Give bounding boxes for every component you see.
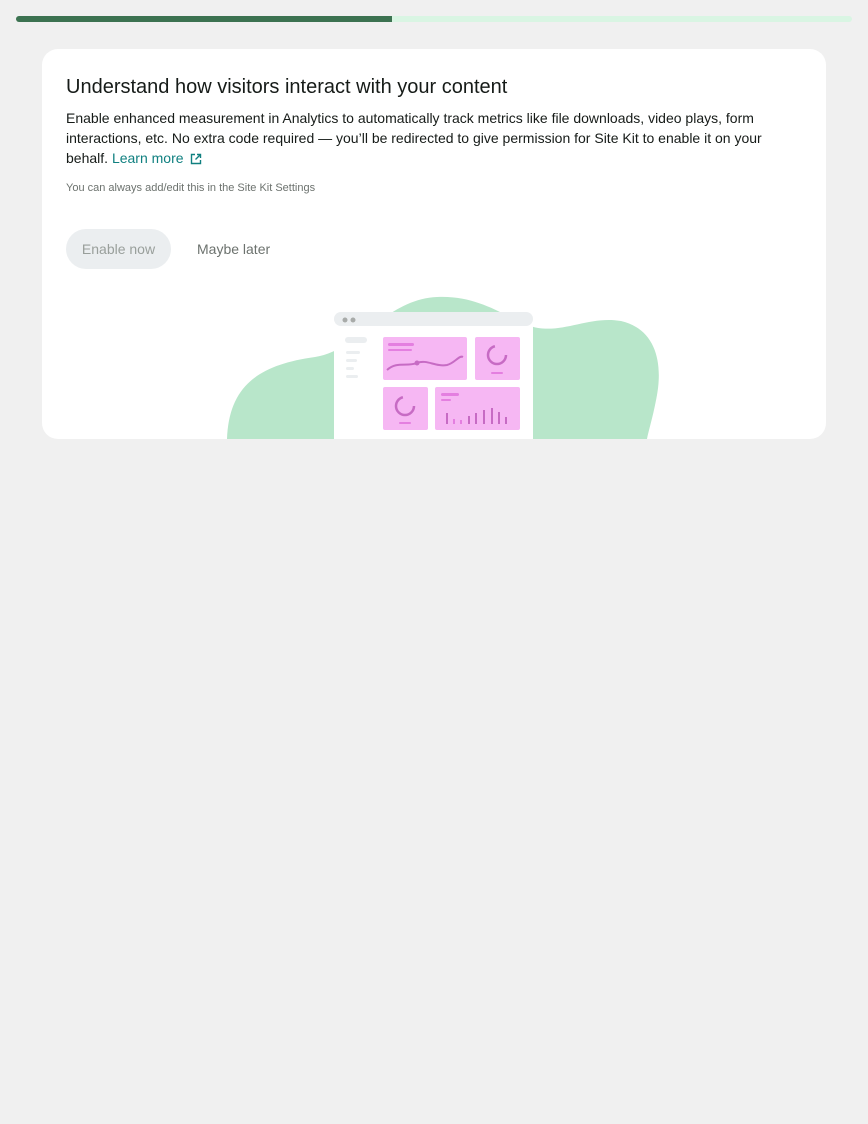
bar [453, 419, 455, 424]
card-label [388, 349, 412, 351]
enable-now-button[interactable]: Enable now [66, 229, 171, 269]
bar [491, 408, 493, 424]
helper-text: You can always add/edit this in the Site… [66, 182, 316, 194]
sidebar-line [346, 351, 360, 354]
card-label [491, 372, 503, 374]
bar [468, 416, 470, 424]
line-chart-point [414, 360, 420, 366]
bar [505, 417, 507, 424]
sidebar-line [345, 337, 367, 343]
progress-fill [16, 16, 393, 22]
analytics-dashboard-illustration [227, 296, 659, 439]
maybe-later-button[interactable]: Maybe later [185, 229, 282, 269]
browser-dot [342, 317, 348, 323]
browser-dot [350, 317, 356, 323]
bar [475, 413, 477, 424]
sidebar-line [346, 359, 357, 362]
progress-bar [16, 16, 852, 22]
bar [446, 413, 448, 424]
bar [483, 410, 485, 424]
external-link-icon [190, 153, 201, 165]
sidebar-line [346, 367, 354, 370]
banner-title: Understand how visitors interact with yo… [66, 76, 508, 98]
browser-header [334, 312, 533, 326]
learn-more-link[interactable]: Learn more [112, 150, 202, 166]
bar [498, 412, 500, 424]
card-label [441, 399, 451, 401]
enhanced-measurement-banner: Understand how visitors interact with yo… [42, 49, 826, 439]
banner-description: Enable enhanced measurement in Analytics… [66, 108, 802, 168]
learn-more-label: Learn more [111, 150, 184, 166]
bar [460, 420, 462, 424]
card-label [441, 393, 459, 396]
sidebar-line [346, 375, 358, 378]
card-label [388, 343, 414, 346]
card-label [399, 422, 411, 424]
